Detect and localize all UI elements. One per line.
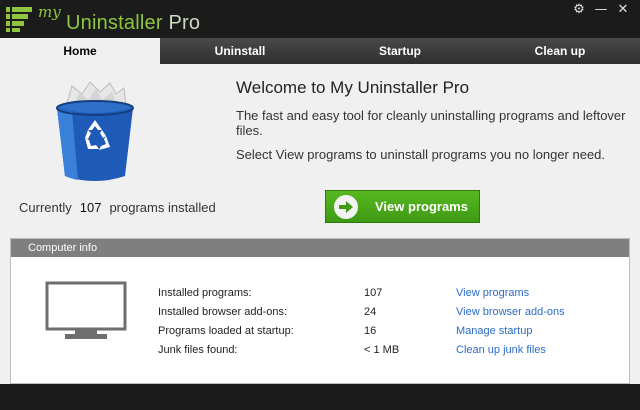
settings-icon[interactable]: ⚙ xyxy=(568,1,590,19)
info-label: Installed programs: xyxy=(158,287,252,299)
info-row-browser-addons: Installed browser add-ons: 24 View brows… xyxy=(158,306,628,322)
info-value: 107 xyxy=(364,287,383,299)
window-controls: ⚙ — ✕ xyxy=(568,1,634,19)
installed-summary: Currently 107 programs installed xyxy=(19,200,216,215)
logo-name-part2: Pro xyxy=(168,12,201,34)
view-programs-button[interactable]: View programs xyxy=(325,190,480,223)
recycle-bin-icon xyxy=(56,81,134,181)
info-row-junk-files: Junk files found: < 1 MB Clean up junk f… xyxy=(158,344,628,360)
tab-clean-up[interactable]: Clean up xyxy=(480,38,640,64)
computer-info-header: Computer info xyxy=(11,239,629,257)
arrow-right-icon xyxy=(334,194,358,219)
welcome-subtitle: The fast and easy tool for cleanly unins… xyxy=(236,108,626,138)
info-value: 24 xyxy=(364,306,377,318)
view-programs-label: View programs xyxy=(375,199,468,214)
computer-info-panel: Computer info Installed programs: 107 Vi… xyxy=(10,238,630,384)
manage-startup-link[interactable]: Manage startup xyxy=(456,325,532,337)
clean-up-junk-link[interactable]: Clean up junk files xyxy=(456,344,546,356)
logo-my: my xyxy=(38,3,61,21)
tab-home[interactable]: Home xyxy=(0,38,160,64)
info-row-installed-programs: Installed programs: 107 View programs xyxy=(158,287,628,303)
view-browser-addons-link[interactable]: View browser add-ons xyxy=(456,306,565,318)
installed-prefix: Currently xyxy=(19,200,72,215)
app-logo-icon xyxy=(6,7,32,32)
info-value: 16 xyxy=(364,325,377,337)
title-bar: my Uninstaller Pro ⚙ — ✕ xyxy=(0,0,640,38)
installed-count: 107 xyxy=(79,200,102,215)
tab-uninstall[interactable]: Uninstall xyxy=(160,38,320,64)
view-programs-link[interactable]: View programs xyxy=(456,287,529,299)
close-icon[interactable]: ✕ xyxy=(612,1,634,19)
logo-name-part1: Uninstaller xyxy=(66,12,163,34)
installed-suffix: programs installed xyxy=(109,200,216,215)
info-label: Junk files found: xyxy=(158,344,238,356)
monitor-icon xyxy=(45,281,127,339)
info-label: Installed browser add-ons: xyxy=(158,306,288,318)
main-tabs: Home Uninstall Startup Clean up xyxy=(0,38,640,64)
logo-name: Uninstaller Pro xyxy=(66,12,200,35)
tab-startup[interactable]: Startup xyxy=(320,38,480,64)
bottom-bar xyxy=(0,384,640,410)
info-value: < 1 MB xyxy=(364,344,400,356)
minimize-icon[interactable]: — xyxy=(590,1,612,19)
page-title: Welcome to My Uninstaller Pro xyxy=(236,78,470,97)
info-label: Programs loaded at startup: xyxy=(158,325,294,337)
info-row-startup-programs: Programs loaded at startup: 16 Manage st… xyxy=(158,325,628,341)
home-panel: Currently 107 programs installed Welcome t… xyxy=(0,64,640,384)
welcome-hint: Select View programs to uninstall progra… xyxy=(236,147,606,162)
